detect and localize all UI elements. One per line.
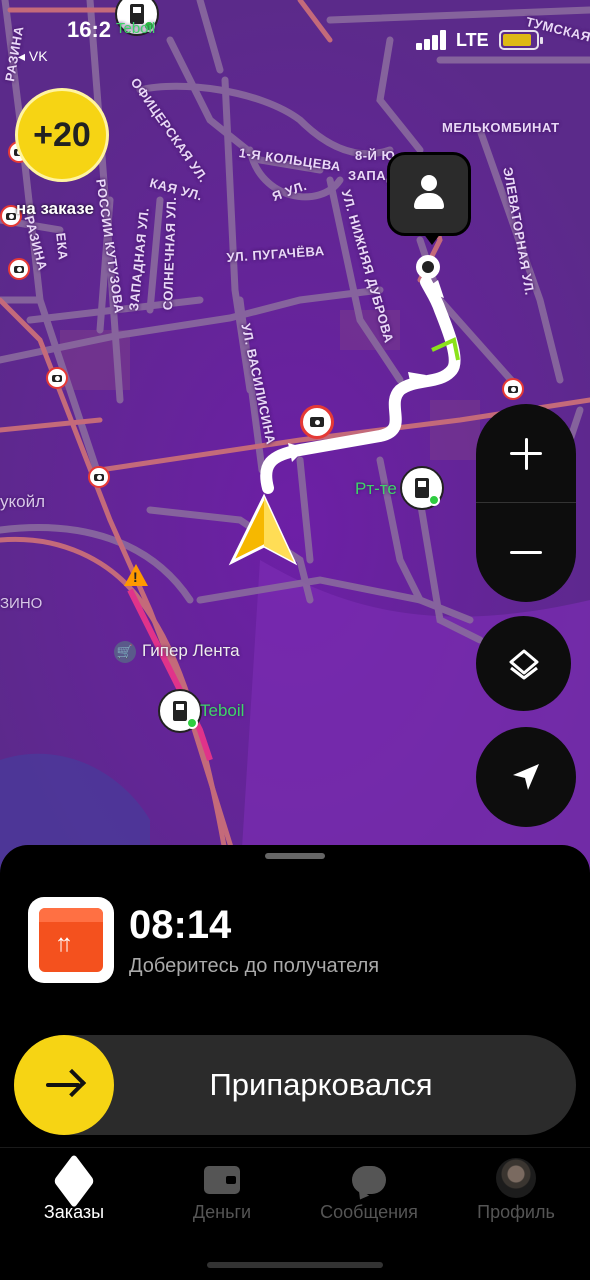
locate-arrow-icon xyxy=(513,764,539,790)
wallet-icon xyxy=(204,1162,240,1194)
gas-station-icon[interactable] xyxy=(158,689,202,733)
zoom-out-button[interactable] xyxy=(476,503,576,602)
destination-pin[interactable] xyxy=(387,152,471,245)
speed-camera-icon xyxy=(300,405,334,439)
battery-icon xyxy=(499,30,543,50)
sheet-handle[interactable] xyxy=(265,853,325,859)
layers-button[interactable] xyxy=(476,616,571,711)
street-label: ЕКА xyxy=(53,232,71,261)
locate-button[interactable] xyxy=(476,727,576,827)
tab-profile[interactable]: Профиль xyxy=(442,1148,590,1238)
gas-station-label: Рт-те xyxy=(355,479,397,498)
bonus-caption: на заказе xyxy=(16,199,94,218)
tab-label: Деньги xyxy=(192,1202,252,1222)
avatar-icon xyxy=(496,1158,536,1198)
speed-camera-icon xyxy=(502,378,524,400)
status-time: 16:2 xyxy=(67,17,112,42)
street-label: укойл xyxy=(0,492,45,511)
home-indicator[interactable] xyxy=(207,1262,383,1268)
speed-camera-icon xyxy=(8,258,30,280)
map-view[interactable]: ТУМСКАЯ РАЗИНА ОФИЦЕРСКАЯ УЛ. 1-Я КОЛЬЦЕ… xyxy=(0,0,590,880)
street-label: ЗИНО xyxy=(0,595,43,612)
layers-icon xyxy=(509,649,538,679)
bonus-badge[interactable]: +20 xyxy=(15,88,109,182)
zoom-in-button[interactable] xyxy=(476,404,576,503)
tab-bar: Заказы Деньги Сообщения Профиль xyxy=(0,1147,590,1280)
person-icon xyxy=(421,175,437,191)
speed-camera-icon xyxy=(88,466,110,488)
tab-messages[interactable]: Сообщения xyxy=(295,1148,443,1238)
status-bar: 16:2 ◂ VK LTE xyxy=(0,0,590,80)
package-icon xyxy=(53,1153,95,1209)
tab-label: Профиль xyxy=(477,1202,555,1222)
gas-station-icon[interactable] xyxy=(400,466,444,510)
speed-camera-icon xyxy=(46,367,68,389)
slider-knob[interactable] xyxy=(14,1035,114,1135)
gas-station-label: Teboil xyxy=(200,701,245,720)
zoom-controls xyxy=(476,404,576,602)
parked-slider[interactable]: Припарковался xyxy=(14,1035,576,1135)
shopping-cart-icon: 🛒 xyxy=(114,641,136,663)
arrow-right-icon xyxy=(44,1068,87,1100)
chat-bubble-icon xyxy=(352,1162,386,1194)
minus-icon xyxy=(510,551,542,554)
network-type: LTE xyxy=(456,30,489,50)
store-label[interactable]: Гипер Лента xyxy=(142,641,240,661)
street-label: МЕЛЬКОМБИНАТ xyxy=(442,120,560,135)
signal-icon xyxy=(416,30,448,50)
package-icon: ↑↑ xyxy=(28,897,114,983)
tab-money[interactable]: Деньги xyxy=(148,1148,296,1238)
eta-time: 08:14 xyxy=(129,903,232,947)
tab-label: Сообщения xyxy=(320,1202,418,1222)
order-instruction: Доберитесь до получателя xyxy=(129,955,380,977)
back-to-app[interactable]: ◂ VK xyxy=(18,48,48,65)
tab-orders[interactable]: Заказы xyxy=(0,1148,148,1238)
warning-icon xyxy=(124,564,148,586)
tab-label: Заказы xyxy=(43,1202,105,1222)
slider-label: Припарковался xyxy=(209,1067,433,1102)
